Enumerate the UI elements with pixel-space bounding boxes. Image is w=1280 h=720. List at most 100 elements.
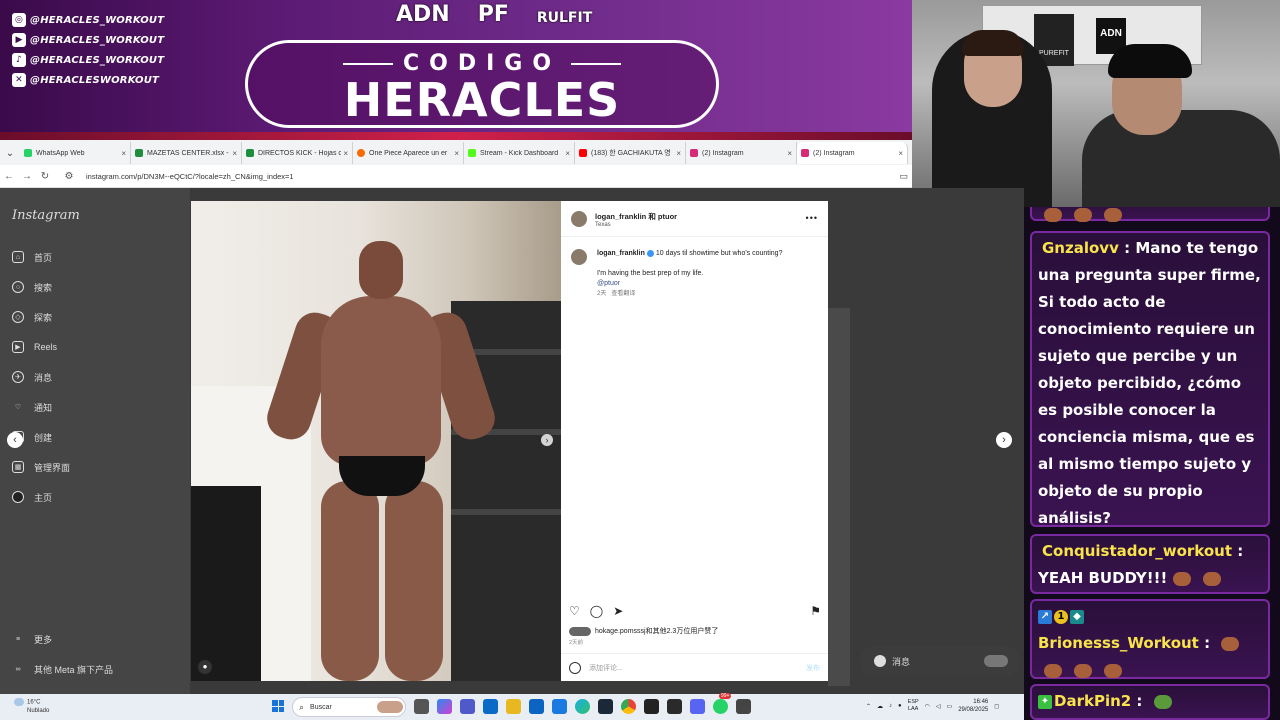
chat-username[interactable]: Conquistador_workout [1042,542,1232,560]
close-icon[interactable]: × [787,149,792,158]
caption-mention[interactable]: @ptuor [597,279,817,289]
subscriber-badge-icon: ↗ [1038,609,1052,624]
founder-badge-icon: ◆ [1070,609,1084,624]
sidebar-item-search[interactable]: ○ 搜索 [12,278,52,296]
close-icon[interactable]: × [565,149,570,158]
caption-author[interactable]: logan_franklin [597,250,645,257]
like-heart-icon[interactable]: ♡ [569,604,580,618]
messages-icon [874,655,886,667]
more-options-icon[interactable]: ••• [806,213,818,223]
wifi-icon[interactable]: ◠ [925,703,930,710]
post-header-user[interactable]: logan_franklin 和 ptuor [595,211,677,222]
tab-youtube[interactable]: (183) 한 GACHIAKUTA 영 × [575,142,686,164]
tab-instagram-active[interactable]: (2) Instagram × [797,142,908,164]
tab-list-chevron-icon[interactable]: ⌄ [0,142,20,164]
next-post-preview [828,308,850,686]
discord-icon[interactable] [690,699,705,714]
volume-icon[interactable]: ♪ [889,703,892,709]
translate-link[interactable]: 查看翻译 [611,291,635,297]
speaker-icon[interactable]: ◁ [936,703,941,710]
sidebar-item-reels[interactable]: ▶ Reels [12,338,57,356]
comment-input[interactable]: 添加评论... [589,663,623,673]
close-icon[interactable]: × [454,149,459,158]
instagram-logo[interactable]: Instagram [12,208,80,223]
close-icon[interactable]: × [232,149,237,158]
language-indicator[interactable]: ESP LAA [908,699,919,713]
file-explorer-icon[interactable] [506,699,521,714]
messages-pill[interactable]: 消息 [860,646,1020,676]
microphone-icon[interactable]: ● [898,703,902,709]
store-icon[interactable] [483,699,498,714]
sidebar-item-meta[interactable]: ∞ 其他 Meta 旗下产品 [12,660,114,678]
tab-kick-dashboard[interactable]: Stream - Kick Dashboard × [464,142,575,164]
tab-whatsapp[interactable]: WhatsApp Web × [20,142,131,164]
tab-mazetas[interactable]: MAZETAS CENTER.xlsx - × [131,142,242,164]
caption-age: 2天 [597,291,607,297]
side-panel-icon[interactable]: ▭ [899,171,908,182]
monkey-emote-icon [1104,663,1122,678]
chat-username[interactable]: DarkPin2 [1054,692,1131,710]
messages-avatars [984,655,1008,667]
sidebar-item-profile[interactable]: 主页 [12,488,52,506]
post-comment-button[interactable]: 发布 [806,663,820,673]
app-icon[interactable] [736,699,751,714]
prev-post-arrow-icon[interactable]: ‹ [7,432,23,448]
post-location[interactable]: Texas [595,222,611,228]
outlook-icon[interactable] [529,699,544,714]
sidebar-item-messages[interactable]: ✈ 消息 [12,368,52,386]
notification-bell-icon[interactable]: ◻ [994,703,999,710]
site-info-icon[interactable]: ⚙ [60,171,78,182]
mail-icon[interactable] [552,699,567,714]
tab-directos-kick[interactable]: DIRECTOS KICK - Hojas c × [242,142,353,164]
chat-text: YEAH BUDDY!!! [1038,569,1168,587]
chevron-up-icon[interactable]: ⌃ [866,703,871,710]
reload-icon[interactable]: ↻ [36,171,54,182]
url-field[interactable]: instagram.com/p/DN3M--eQCtC/?locale=zh_C… [86,172,294,181]
battery-icon[interactable]: ▭ [947,703,953,710]
sidebar-item-dashboard[interactable]: ▦ 管理界面 [12,458,70,476]
teams-icon[interactable] [460,699,475,714]
forward-icon[interactable]: → [18,171,36,182]
emoji-icon[interactable] [569,661,581,674]
clock[interactable]: 16:46 29/08/2025 [958,698,988,714]
back-icon[interactable]: ← [0,171,18,182]
sidebar-item-more[interactable]: ≡ 更多 [12,630,52,648]
instagram-sidebar: Instagram ⌂首页 ○搜索 ◇探索 ▶Reels ✈消息 ♡通知 +创建… [0,188,190,694]
windows-start-icon[interactable] [272,700,284,712]
steam-icon[interactable] [598,699,613,714]
task-view-icon[interactable] [414,699,429,714]
sidebar-item-home[interactable]: ⌂ 首页 [12,248,52,266]
likes-summary[interactable]: hokage.pomsssj和其他2.3万位用户赞了 [569,626,718,636]
chat-username[interactable]: Gnzalovv [1042,239,1119,257]
tab-instagram-1[interactable]: (2) Instagram × [686,142,797,164]
obs-icon[interactable] [667,699,682,714]
tab-one-piece[interactable]: One Piece Aparece un er × [353,142,464,164]
tagged-users-icon[interactable]: ● [198,660,212,674]
whatsapp-icon[interactable]: 99+ [713,693,732,714]
close-icon[interactable]: × [121,149,126,158]
chat-username[interactable]: Brionesss_Workout [1038,634,1199,652]
cloud-icon[interactable]: ☁ [877,703,883,710]
post-image[interactable]: › ● [191,201,561,681]
avatar[interactable] [571,211,587,227]
epic-games-icon[interactable] [644,699,659,714]
flex-emote-icon [1074,207,1092,222]
chat-message: Gnzalovv : Mano te tengo una pregunta su… [1030,231,1270,527]
comment-icon[interactable]: ◯ [590,604,603,618]
close-icon[interactable]: × [898,149,903,158]
taskbar-search[interactable]: ⌕ Buscar [292,697,406,717]
weather-widget[interactable]: 16°C Nublado [14,698,49,715]
edge-icon[interactable] [575,699,590,714]
tab-strip: ⌄ WhatsApp Web × MAZETAS CENTER.xlsx - × … [0,142,912,164]
copilot-icon[interactable] [437,699,452,714]
save-bookmark-icon[interactable]: ⚑ [810,604,821,618]
close-icon[interactable]: × [343,149,348,158]
sidebar-item-notifications[interactable]: ♡ 通知 [12,398,52,416]
carousel-next-icon[interactable]: › [541,434,553,446]
close-icon[interactable]: × [676,149,681,158]
caption-avatar[interactable] [571,249,587,265]
share-icon[interactable]: ➤ [613,604,623,618]
next-post-arrow-icon[interactable]: › [996,432,1012,448]
sidebar-item-explore[interactable]: ◇ 探索 [12,308,52,326]
chrome-icon[interactable] [621,699,636,714]
